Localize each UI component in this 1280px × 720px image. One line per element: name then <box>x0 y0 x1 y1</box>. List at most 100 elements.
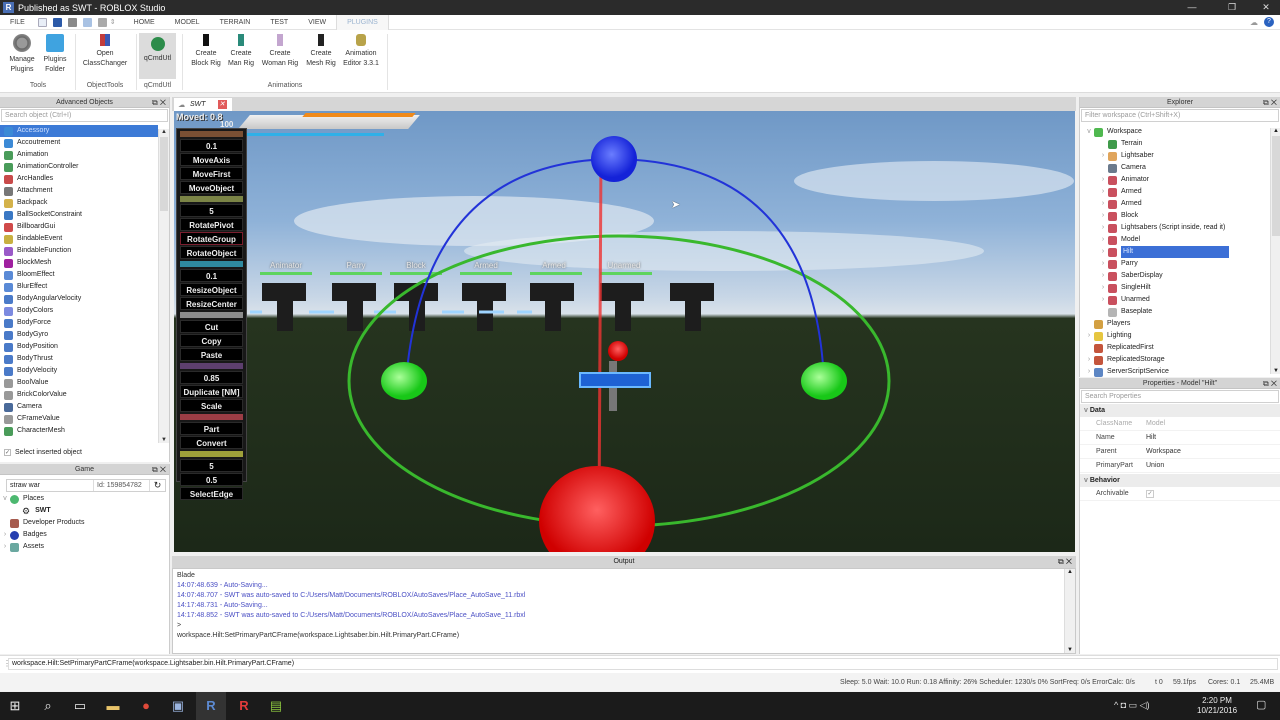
search-object-input[interactable]: Search object (Ctrl+I) <box>1 109 168 122</box>
tab-swt[interactable]: ☁ SWT ✕ <box>174 98 232 111</box>
checkbox-check-icon[interactable]: ✓ <box>1146 490 1154 498</box>
explorer-item[interactable]: Camera <box>1080 162 1270 174</box>
property-value[interactable]: Hilt <box>1142 431 1280 444</box>
object-item[interactable]: BodyThrust <box>0 353 158 365</box>
cmd-button[interactable]: Paste <box>180 348 243 361</box>
object-item[interactable]: CharacterMesh <box>0 425 158 437</box>
create-mesh-rig-button[interactable]: Create Mesh Rig <box>302 34 340 69</box>
explorer-item[interactable]: Terrain <box>1080 138 1270 150</box>
cmd-button[interactable]: 0.1 <box>180 269 243 282</box>
expand-arrow-icon[interactable]: › <box>1098 222 1108 234</box>
panel-dock-close-icons[interactable]: ⧉ ✕ <box>152 464 166 475</box>
cmd-button[interactable]: RotatePivot <box>180 218 243 231</box>
explorer-scrollbar[interactable]: ▲ ▼ <box>1270 128 1280 374</box>
tray-icons[interactable]: ^ ◘ ▭ ◁) <box>1114 700 1150 711</box>
cmd-button[interactable]: RotateGroup <box>180 232 243 245</box>
manage-plugins-button[interactable]: Manage Plugins <box>4 34 40 75</box>
object-item[interactable]: BodyVelocity <box>0 365 158 377</box>
filter-workspace-input[interactable]: Filter workspace (Ctrl+Shift+X) <box>1081 109 1279 122</box>
cmd-button[interactable]: RotateObject <box>180 246 243 259</box>
roblox-studio-taskbar-icon[interactable]: R <box>196 692 226 720</box>
chrome-icon[interactable]: ● <box>131 692 161 720</box>
explorer-item[interactable]: › Animator <box>1080 174 1270 186</box>
cmd-button[interactable]: Cut <box>180 320 243 333</box>
stop-icon[interactable] <box>97 17 107 27</box>
expand-arrow-icon[interactable]: › <box>1084 354 1094 366</box>
object-item[interactable]: Accoutrement <box>0 137 158 149</box>
cmd-button[interactable]: 5 <box>180 459 243 472</box>
object-item[interactable]: BindableFunction <box>0 245 158 257</box>
cmd-button[interactable]: ResizeCenter <box>180 297 243 310</box>
explorer-item[interactable]: › Armed <box>1080 198 1270 210</box>
property-section-header[interactable]: v Data <box>1080 404 1280 417</box>
qcmdutl-button[interactable]: qCmdUtl <box>139 33 176 79</box>
create-woman-rig-button[interactable]: Create Woman Rig <box>258 34 302 69</box>
paste-icon[interactable] <box>82 17 92 27</box>
expand-arrow-icon[interactable]: › <box>1098 234 1108 246</box>
object-item[interactable]: AnimationController <box>0 161 158 173</box>
cmd-button[interactable]: ResizeObject <box>180 283 243 296</box>
explorer-item[interactable]: v Workspace <box>1080 126 1270 138</box>
object-item[interactable]: Accessory <box>0 125 158 137</box>
explorer-item[interactable]: › ServerScriptService <box>1080 366 1270 378</box>
file-explorer-icon[interactable]: ▬ <box>98 692 128 720</box>
notifications-icon[interactable]: ▢ <box>1256 698 1266 711</box>
explorer-item[interactable]: › Lighting <box>1080 330 1270 342</box>
property-value[interactable]: ✓ <box>1142 487 1280 500</box>
property-value[interactable]: Workspace <box>1142 445 1280 458</box>
object-item[interactable]: BindableEvent <box>0 233 158 245</box>
object-item[interactable]: BlurEffect <box>0 281 158 293</box>
plugins-folder-button[interactable]: Plugins Folder <box>39 34 71 75</box>
explorer-item[interactable]: ReplicatedFirst <box>1080 342 1270 354</box>
roblox-player-taskbar-icon[interactable]: R <box>229 692 259 720</box>
cmd-button[interactable]: Copy <box>180 334 243 347</box>
explorer-item[interactable]: › Parry <box>1080 258 1270 270</box>
object-item[interactable]: BoolValue <box>0 377 158 389</box>
object-item[interactable]: Animation <box>0 149 158 161</box>
explorer-item[interactable]: › Block <box>1080 210 1270 222</box>
object-item[interactable]: BodyAngularVelocity <box>0 293 158 305</box>
explorer-item[interactable]: › ReplicatedStorage <box>1080 354 1270 366</box>
clock[interactable]: 2:20 PM 10/21/2016 <box>1197 696 1237 716</box>
green-handle-left[interactable] <box>381 362 427 400</box>
panel-dock-close-icons[interactable]: ⧉ ✕ <box>1263 97 1277 108</box>
red-handle-small[interactable] <box>608 341 628 361</box>
panel-dock-close-icons[interactable]: ⧉ ✕ <box>1263 378 1277 389</box>
explorer-item[interactable]: › SingleHilt <box>1080 282 1270 294</box>
explorer-item[interactable]: Baseplate <box>1080 306 1270 318</box>
object-item[interactable]: BlockMesh <box>0 257 158 269</box>
expand-arrow-icon[interactable]: › <box>1098 198 1108 210</box>
cloud-icon[interactable]: ☁ <box>1250 18 1258 27</box>
windows-start-icon[interactable]: ⊞ <box>0 692 30 720</box>
cmd-button[interactable]: 0.1 <box>180 139 243 152</box>
object-item[interactable]: ArcHandles <box>0 173 158 185</box>
cmd-button[interactable]: 0.5 <box>180 473 243 486</box>
object-item[interactable]: Attachment <box>0 185 158 197</box>
search-properties-input[interactable]: Search Properties <box>1081 390 1279 403</box>
object-list-scrollbar[interactable]: ▲ ▼ <box>158 129 169 443</box>
paint-icon[interactable]: ▣ <box>163 692 193 720</box>
cmd-button[interactable]: Convert <box>180 436 243 449</box>
output-scrollbar[interactable]: ▲ ▼ <box>1064 569 1075 653</box>
cmd-button[interactable]: 0.85 <box>180 371 243 384</box>
create-man-rig-button[interactable]: Create Man Rig <box>226 34 256 69</box>
blue-handle[interactable] <box>591 136 637 182</box>
tree-item-swt[interactable]: ⚙ SWT <box>0 505 169 517</box>
panel-dock-close-icons[interactable]: ⧉ ✕ <box>152 97 166 108</box>
image-viewer-icon[interactable]: ▤ <box>261 692 291 720</box>
explorer-item[interactable]: Players <box>1080 318 1270 330</box>
object-item[interactable]: BallSocketConstraint <box>0 209 158 221</box>
tab-terrain[interactable]: TERRAIN <box>210 15 261 30</box>
explorer-item[interactable]: › Hilt <box>1080 246 1270 258</box>
search-icon[interactable]: ⌕ <box>33 692 63 720</box>
expand-arrow-icon[interactable]: › <box>1098 246 1108 258</box>
expand-arrow-icon[interactable]: › <box>1098 210 1108 222</box>
minimize-button[interactable]: — <box>1178 0 1206 15</box>
animation-editor-button[interactable]: Animation Editor 3.3.1 <box>340 34 382 69</box>
object-item[interactable]: Camera <box>0 401 158 413</box>
open-classchanger-button[interactable]: Open ClassChanger <box>78 34 132 69</box>
refresh-icon[interactable]: ↻ <box>149 480 165 491</box>
object-item[interactable]: BodyColors <box>0 305 158 317</box>
expand-arrow-icon[interactable]: › <box>1098 186 1108 198</box>
object-item[interactable]: CFrameValue <box>0 413 158 425</box>
